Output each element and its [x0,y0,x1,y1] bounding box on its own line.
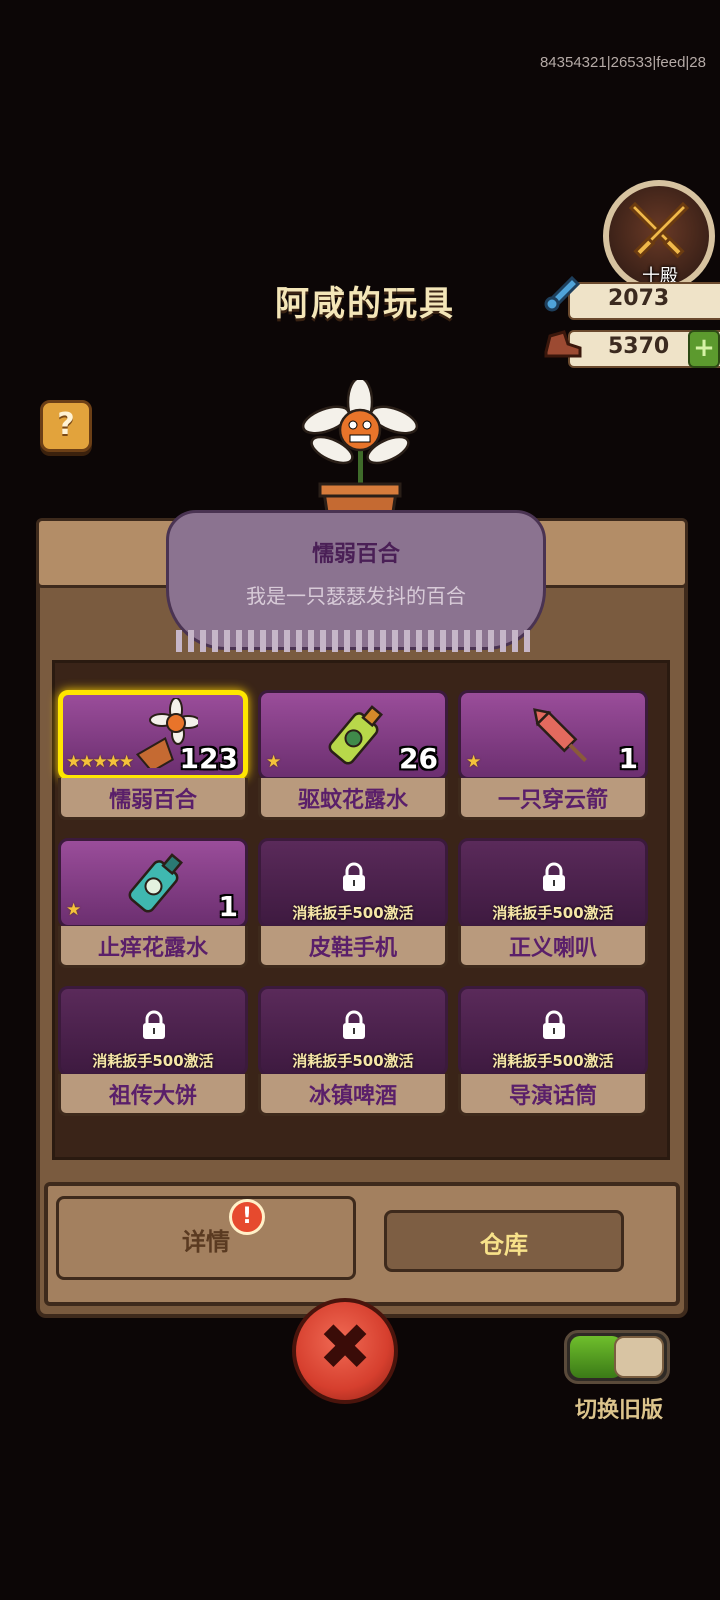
toggle-label: 切换旧版 [574,1398,663,1423]
item-name: 止痒花露水 [97,936,208,961]
wrench-icon [544,275,581,312]
wrench-currency-value: 2073 [608,286,670,311]
star-rating: ★★★★★ [66,752,134,772]
tab-warehouse-label: 仓库 [480,1231,528,1259]
featured-item-description: 我是一只瑟瑟发抖的百合 [246,584,466,608]
lock-icon [543,1010,565,1039]
item-name: 正义喇叭 [508,936,597,961]
lock-icon [143,1010,165,1039]
unlock-cost-hint: 消耗扳手500激活 [492,1052,614,1070]
item-name: 祖传大饼 [108,1084,197,1109]
item-name: 懦弱百合 [108,788,197,813]
item-card-shoe-phone[interactable]: 消耗扳手500激活 皮鞋手机 [258,838,448,972]
item-count: 26 [399,742,438,775]
alert-badge-icon: ! [229,1199,265,1235]
unlock-cost-hint: 消耗扳手500激活 [492,904,614,922]
item-name: 冰镇啤酒 [308,1084,397,1109]
teal-bottle-icon [128,853,183,913]
item-card-itch-water[interactable]: ★ 1 止痒花露水 [58,838,248,972]
lock-icon [343,1010,365,1039]
toggle-knob[interactable] [614,1336,664,1378]
help-button[interactable]: ? [40,400,92,452]
item-name: 导演话筒 [508,1084,597,1109]
star-rating: ★ [66,900,81,920]
star-rating: ★ [466,752,481,772]
item-count: 1 [218,890,238,923]
item-card-flatbread[interactable]: 消耗扳手500激活 祖传大饼 [58,986,248,1120]
item-card-beer[interactable]: 消耗扳手500激活 冰镇啤酒 [258,986,448,1120]
tablecloth-fringe [176,630,536,652]
shoe-icon [544,330,582,358]
green-bottle-icon [328,705,383,765]
item-card-firework-arrow[interactable]: ★ 1 一只穿云箭 [458,690,648,824]
star-rating: ★ [266,752,281,772]
unlock-cost-hint: 消耗扳手500激活 [292,1052,414,1070]
item-count: 123 [179,742,238,775]
item-count: 1 [618,742,638,775]
item-name: 驱蚊花露水 [297,788,408,813]
shoe-currency-value: 5370 [608,334,670,359]
lock-icon [543,862,565,891]
tab-detail-label: 详情 [182,1228,230,1256]
item-card-mosquito-water[interactable]: ★ 26 驱蚊花露水 [258,690,448,824]
featured-item-name: 懦弱百合 [311,542,400,567]
firework-rocket-icon [533,708,587,762]
item-name: 一只穿云箭 [497,788,608,813]
item-name: 皮鞋手机 [308,936,397,961]
lock-icon [343,862,365,891]
item-card-megaphone[interactable]: 消耗扳手500激活 正义喇叭 [458,838,648,972]
item-card-lily[interactable]: ★★★★★ 123 懦弱百合 [58,690,248,824]
unlock-cost-hint: 消耗扳手500激活 [292,904,414,922]
unlock-cost-hint: 消耗扳手500激活 [92,1052,214,1070]
item-card-microphone[interactable]: 消耗扳手500激活 导演话筒 [458,986,648,1120]
close-button[interactable]: ✖ [292,1298,398,1404]
debug-id-label: 84354321|26533|feed|28 [539,54,706,71]
add-currency-button[interactable]: + [688,330,720,368]
